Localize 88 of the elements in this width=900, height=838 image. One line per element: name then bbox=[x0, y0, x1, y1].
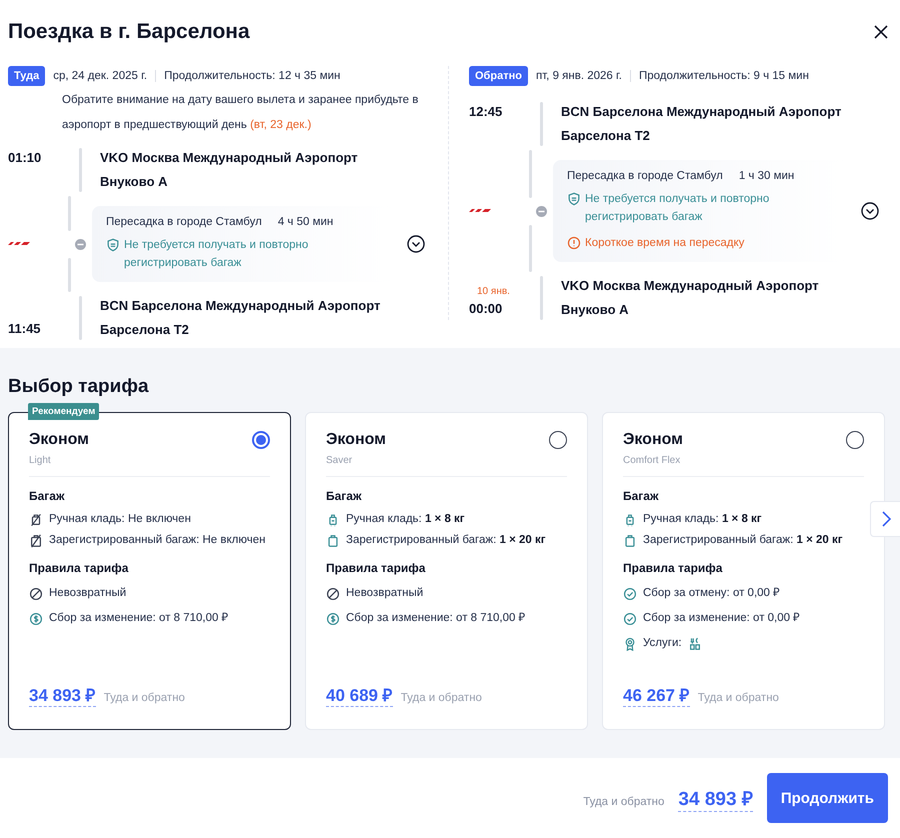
direction-badge: Обратно bbox=[469, 66, 528, 86]
baggage-heading: Багаж bbox=[29, 489, 66, 503]
baggage-item: Ручная кладь: 1 × 8 кг bbox=[346, 512, 466, 527]
departure-airport: BCN Барселона Международный Аэропорт Барселона T2 bbox=[560, 103, 842, 145]
fare-subtitle: Light bbox=[29, 455, 52, 466]
baggage-item: Зарегистрированный багаж: 1 × 20 кг bbox=[346, 533, 547, 548]
rules-heading: Правила тарифа bbox=[623, 561, 724, 575]
departure-airport: VKO Москва Международный Аэропорт Внуково A bbox=[99, 149, 359, 191]
chevron-right-icon bbox=[880, 510, 892, 528]
continue-button[interactable]: Продолжить bbox=[766, 773, 888, 823]
suitcase-icon bbox=[326, 534, 340, 548]
medal-icon bbox=[623, 637, 637, 651]
airline-logo bbox=[469, 209, 491, 213]
departure-time: 12:45 bbox=[469, 104, 504, 119]
next-button[interactable] bbox=[870, 501, 900, 537]
check-circle-icon bbox=[623, 612, 637, 626]
baggage-heading: Багаж bbox=[326, 489, 362, 503]
suitcase-icon bbox=[623, 534, 637, 548]
flight-date: пт, 9 янв. 2026 г. bbox=[536, 70, 622, 82]
airline-logo bbox=[8, 242, 30, 246]
coin-icon bbox=[326, 612, 340, 626]
expand-button[interactable] bbox=[407, 235, 425, 253]
baggage-item: Ручная кладь: Не включен bbox=[49, 512, 192, 527]
warning-icon bbox=[567, 236, 581, 250]
price-note: Туда и обратно bbox=[583, 796, 664, 808]
transfer-notice: Не требуется получать и повторно регистрировать багаж bbox=[585, 192, 770, 225]
rules-heading: Правила тарифа bbox=[326, 561, 426, 575]
radio-button[interactable] bbox=[252, 431, 270, 449]
rule-item: Услуги: bbox=[643, 636, 682, 651]
transfer-notice: Не требуется получать и повторно регистрировать багаж bbox=[124, 238, 310, 271]
shield-icon bbox=[106, 238, 120, 252]
fare-price[interactable]: 34 893 ₽ bbox=[29, 683, 96, 707]
baggage-item: Зарегистрированный багаж: 1 × 20 кг bbox=[643, 533, 844, 548]
price-note: Туда и обратно bbox=[698, 692, 779, 704]
fare-subtitle: Comfort Flex bbox=[623, 455, 682, 466]
fare-name: Эконом bbox=[29, 431, 90, 449]
cutlery-icon bbox=[688, 637, 702, 651]
arrival-notice: Обратите внимание на дату вашего вылета и заранее прибудьте в аэропорт в предшествующий день (вт, 23 дек.) bbox=[62, 93, 420, 133]
baggage-heading: Багаж bbox=[623, 489, 660, 503]
flight-date: ср, 24 дек. 2025 г. bbox=[53, 70, 148, 82]
flight-duration: Продолжительность: 12 ч 35 мин bbox=[164, 70, 340, 82]
rules-heading: Правила тарифа bbox=[29, 561, 130, 575]
arrival-airport: BCN Барселона Международный Аэропорт Барселона T2 bbox=[99, 297, 382, 339]
rule-item: Сбор за изменение: от 0,00 ₽ bbox=[643, 611, 800, 626]
price-note: Туда и обратно bbox=[104, 692, 185, 704]
section-title: Выбор тарифа bbox=[8, 376, 150, 398]
radio-button[interactable] bbox=[549, 431, 567, 449]
expand-button[interactable] bbox=[861, 202, 879, 220]
crossed-bag-icon bbox=[29, 513, 43, 527]
fare-name: Эконом bbox=[623, 431, 684, 449]
radio-button[interactable] bbox=[846, 431, 864, 449]
rule-item: Сбор за изменение: от 8 710,00 ₽ bbox=[49, 611, 229, 626]
total-price[interactable]: 34 893 ₽ bbox=[678, 784, 753, 812]
transfer-city: Пересадка в городе Стамбул bbox=[567, 170, 723, 182]
arrival-time: 11:45 bbox=[8, 321, 42, 336]
next-day-date: 10 янв. bbox=[476, 286, 511, 297]
prohibited-icon bbox=[326, 587, 340, 601]
rule-item: Сбор за изменение: от 8 710,00 ₽ bbox=[346, 611, 526, 626]
crossed-suitcase-icon bbox=[29, 534, 43, 548]
fare-price[interactable]: 46 267 ₽ bbox=[623, 683, 690, 707]
transfer-city: Пересадка в городе Стамбул bbox=[106, 216, 262, 228]
fare-subtitle: Saver bbox=[326, 455, 354, 466]
departure-time: 01:10 bbox=[8, 150, 42, 165]
prohibited-icon bbox=[29, 587, 43, 601]
arrival-airport: VKO Москва Международный Аэропорт Внуково A bbox=[560, 277, 820, 319]
dialog-title: Поездка в г. Барселона bbox=[8, 20, 250, 44]
fare-card[interactable]: Эконом Comfort Flex Багаж Ручная кладь: 1 × 8 кг Зарегистрированный багаж: 1 × 20 кг Правила тарифа Сбор за отмену: от 0,00 ₽ Сбор за изменение: от 0,00 ₽ Услуги: 46 267 ₽ Туда и обратно bbox=[602, 412, 885, 730]
flight-duration: Продолжительность: 9 ч 15 мин bbox=[639, 70, 809, 82]
fare-card[interactable]: Эконом Saver Багаж Ручная кладь: 1 × 8 кг Зарегистрированный багаж: 1 × 20 кг Правила тарифа Невозвратный Сбор за изменение: от 8 710,00 ₽ 40 689 ₽ Туда и обратно bbox=[305, 412, 588, 730]
transfer-duration: 1 ч 30 мин bbox=[738, 170, 794, 182]
shield-icon bbox=[567, 192, 581, 206]
coin-icon bbox=[29, 612, 43, 626]
recommended-badge: Рекомендуем bbox=[28, 403, 100, 420]
stopover-icon bbox=[536, 206, 546, 216]
baggage-item: Ручная кладь: 1 × 8 кг bbox=[643, 512, 763, 527]
transfer-notice: Короткое время на пересадку bbox=[585, 236, 744, 251]
price-note: Туда и обратно bbox=[400, 692, 482, 704]
rule-item: Невозвратный bbox=[346, 586, 424, 601]
rule-item: Невозвратный bbox=[49, 586, 126, 601]
direction-badge: Туда bbox=[8, 66, 46, 86]
stopover-icon bbox=[74, 238, 86, 250]
fare-name: Эконом bbox=[326, 431, 386, 449]
transfer-duration: 4 ч 50 мин bbox=[278, 216, 334, 228]
baggage-item: Зарегистрированный багаж: Не включен bbox=[49, 533, 266, 548]
rule-item: Сбор за отмену: от 0,00 ₽ bbox=[643, 586, 780, 601]
check-circle-icon bbox=[623, 587, 637, 601]
arrival-time: 00:00 bbox=[469, 301, 504, 316]
fare-price[interactable]: 40 689 ₽ bbox=[326, 683, 393, 707]
